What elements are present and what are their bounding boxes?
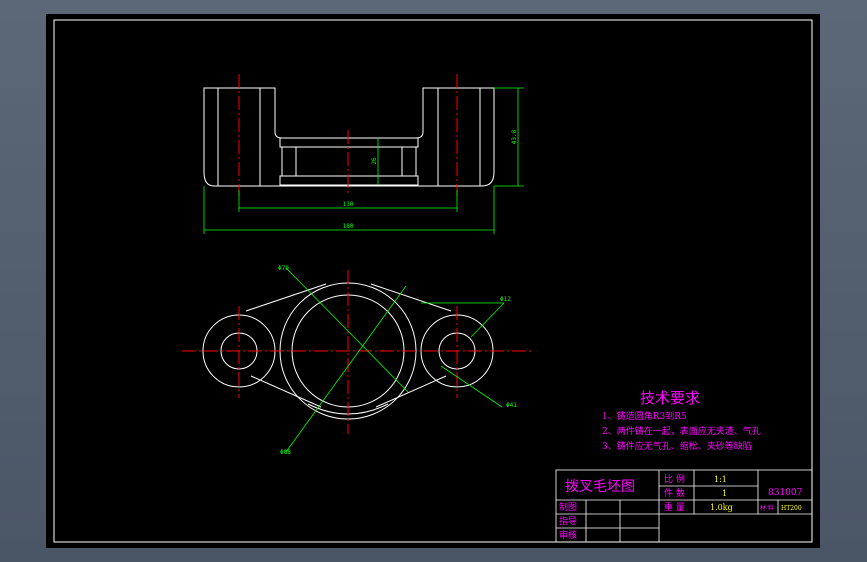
front-view-boss-bottom — [279, 175, 419, 186]
dim-dia-small-left: Φ12 — [500, 296, 511, 303]
title-block-guide-label: 指导 — [559, 515, 577, 527]
tech-requirement-item: 3、铸件应无气孔、缩松、夹砂等缺陷 — [602, 440, 752, 452]
front-view-boss-top — [279, 137, 419, 148]
title-block-weight-label: 重 量 — [664, 501, 685, 513]
dim-dia-bottom: Φ88 — [280, 449, 291, 456]
dim-overall-width: 180 — [343, 223, 354, 230]
title-block-scale-value: 1:1 — [714, 475, 727, 484]
dim-dia-small-right: Φ41 — [506, 402, 517, 409]
drawing-viewport[interactable]: 130 180 43.8 26 Φ70 Φ12 Φ41 Φ88 技术要求 1、铸… — [46, 14, 820, 548]
tech-requirements-title: 技术要求 — [640, 389, 700, 407]
title-block-qty-label: 件 数 — [664, 487, 685, 499]
title-block-qty-value: 1 — [722, 489, 727, 498]
tech-requirement-item: 2、两件铸在一起，表面应无夹渣、气孔 — [602, 425, 761, 437]
drawing-border — [53, 19, 813, 543]
dim-inner-width: 130 — [343, 201, 354, 208]
title-block-review-label: 审核 — [559, 529, 577, 541]
top-view-centerlines — [182, 270, 532, 434]
tech-requirement-item: 1、铸造圆角R3到R5 — [602, 410, 687, 422]
title-block-material-value: HT200 — [781, 505, 802, 512]
front-view-dimensions — [203, 87, 524, 234]
top-view-dimensions — [285, 267, 505, 453]
title-block-part-name: 拨叉毛坯图 — [565, 479, 635, 495]
title-block-material-label: 材 料 — [760, 504, 774, 512]
front-view-centerlines — [238, 74, 458, 196]
top-view-tangent-lower-left — [250, 375, 322, 408]
tech-requirements: 技术要求 1、铸造圆角R3到R5 2、两件铸在一起，表面应无夹渣、气孔 3、铸件… — [602, 389, 761, 452]
cad-drawing-canvas[interactable]: 130 180 43.8 26 Φ70 Φ12 Φ41 Φ88 技术要求 1、铸… — [46, 14, 820, 548]
title-block-weight-value: 1.0kg — [710, 503, 733, 512]
dim-height: 43.8 — [511, 129, 518, 144]
dim-dia-large: Φ70 — [278, 265, 289, 272]
dim-inner-height: 26 — [371, 157, 378, 165]
front-view[interactable] — [203, 87, 495, 187]
title-block-scale-label: 比 例 — [664, 473, 685, 485]
front-view-left-lug — [203, 87, 495, 187]
title-block-drawing-no: 831007 — [768, 488, 803, 498]
title-block-drawn-label: 制图 — [559, 501, 577, 513]
